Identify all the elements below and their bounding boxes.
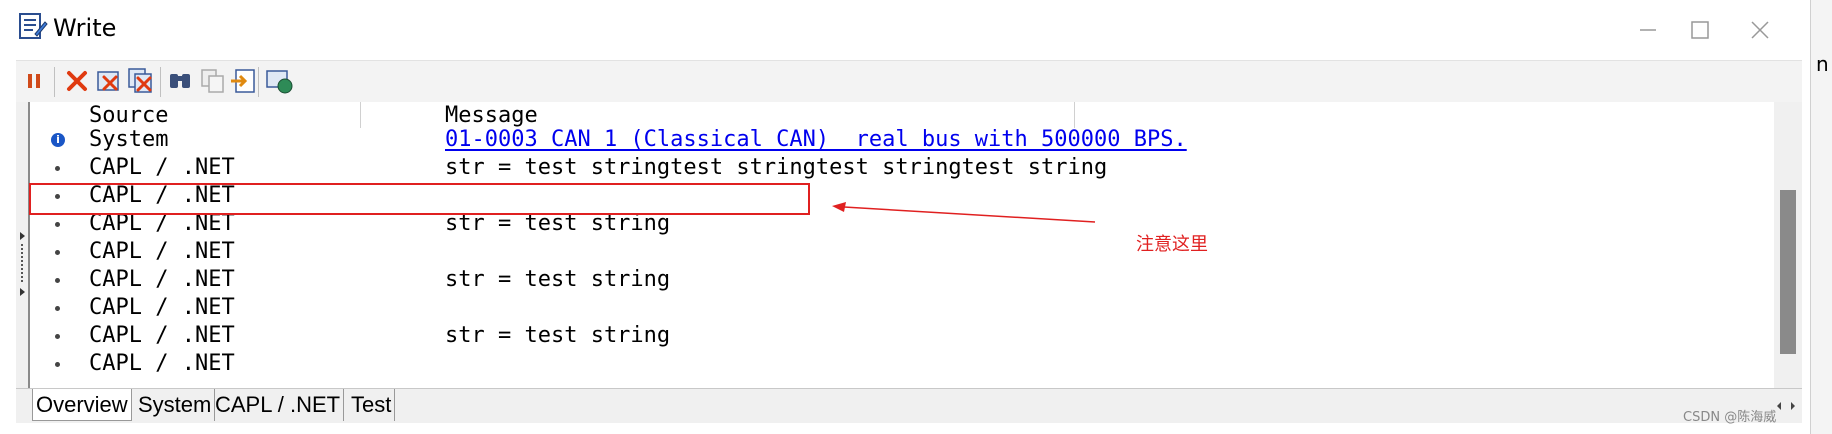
options-icon[interactable] <box>264 66 294 96</box>
row-source: System <box>89 127 169 152</box>
tab-strip: Overview System CAPL / .NET Test <box>16 388 1802 423</box>
toolbar-separator <box>258 67 259 97</box>
bullet-icon <box>55 306 60 311</box>
write-window-icon <box>19 13 48 39</box>
tab-scroll-arrows-icon[interactable] <box>1776 401 1796 411</box>
clear-icon[interactable] <box>62 66 92 96</box>
vertical-scrollbar[interactable] <box>1774 102 1802 388</box>
find-icon[interactable] <box>166 66 196 96</box>
bullet-icon <box>55 334 60 339</box>
toolbar <box>16 60 1802 104</box>
column-divider[interactable] <box>360 102 361 128</box>
title-bar: Write <box>0 0 1810 60</box>
scrollbar-thumb[interactable] <box>1780 190 1796 354</box>
minimize-button[interactable] <box>1628 14 1668 46</box>
write-output-pane[interactable]: Source Message i System 01-0003 CAN 1 (C… <box>16 102 1802 388</box>
table-row[interactable]: CAPL / .NET str = test stringtest string… <box>30 154 1774 182</box>
row-source: CAPL / .NET <box>89 267 235 292</box>
window-title: Write <box>53 14 117 42</box>
table-row[interactable]: CAPL / .NET str = test string <box>30 266 1774 294</box>
annotation-highlight-box <box>29 183 810 215</box>
table-row[interactable]: i System 01-0003 CAN 1 (Classical CAN) r… <box>30 126 1774 154</box>
gutter-arrow-icon <box>20 288 25 296</box>
row-source: CAPL / .NET <box>89 351 235 376</box>
pause-icon[interactable] <box>20 66 50 96</box>
tab-overview[interactable]: Overview <box>32 389 132 421</box>
table-row[interactable]: CAPL / .NET <box>30 350 1774 378</box>
close-button[interactable] <box>1740 14 1780 46</box>
left-gutter[interactable] <box>16 102 30 388</box>
background-window-glyph: n <box>1816 52 1829 76</box>
toolbar-separator <box>54 67 55 97</box>
row-source: CAPL / .NET <box>89 295 235 320</box>
gutter-arrow-icon <box>20 232 25 240</box>
tab-test[interactable]: Test <box>348 389 396 421</box>
column-divider[interactable] <box>1074 102 1075 128</box>
row-source: CAPL / .NET <box>89 239 235 264</box>
gutter-grip-icon[interactable] <box>21 244 23 284</box>
table-row[interactable]: CAPL / .NET <box>30 238 1774 266</box>
export-icon[interactable] <box>228 66 258 96</box>
watermark: CSDN @陈海威 <box>1683 410 1777 425</box>
toolbar-separator <box>160 67 161 97</box>
bullet-icon <box>55 278 60 283</box>
table-row[interactable]: CAPL / .NET str = test string <box>30 322 1774 350</box>
delete-all-icon[interactable] <box>126 66 156 96</box>
message-grid[interactable]: Source Message i System 01-0003 CAN 1 (C… <box>30 102 1774 388</box>
tab-system[interactable]: System <box>135 389 216 421</box>
row-source: CAPL / .NET <box>89 323 235 348</box>
row-message: str = test string <box>445 267 671 292</box>
info-icon: i <box>51 133 65 147</box>
delete-icon[interactable] <box>94 66 124 96</box>
row-source: CAPL / .NET <box>89 155 235 180</box>
bullet-icon <box>55 222 60 227</box>
copy-icon[interactable] <box>198 66 228 96</box>
annotation-text: 注意这里 <box>1136 234 1208 255</box>
bullet-icon <box>55 250 60 255</box>
table-row[interactable]: CAPL / .NET <box>30 294 1774 322</box>
bullet-icon <box>55 362 60 367</box>
tab-capl-net[interactable]: CAPL / .NET <box>212 389 345 421</box>
maximize-button[interactable] <box>1680 14 1720 46</box>
annotation-arrow-icon <box>832 202 1096 223</box>
row-message: str = test stringtest stringtest stringt… <box>445 155 1108 180</box>
row-message: str = test string <box>445 323 671 348</box>
row-message-link[interactable]: 01-0003 CAN 1 (Classical CAN) real bus w… <box>445 126 1187 154</box>
bullet-icon <box>55 166 60 171</box>
